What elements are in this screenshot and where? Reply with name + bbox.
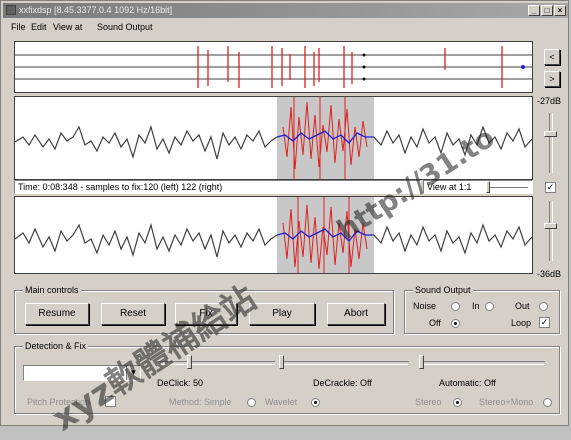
- decrackle-label: DeCrackle: Off: [313, 378, 372, 388]
- stereo-mono-label: Stereo+Mono: [479, 397, 534, 407]
- in-label: In: [472, 301, 480, 311]
- noise-label: Noise: [413, 301, 437, 311]
- noise-radio[interactable]: [451, 302, 460, 311]
- scale-top-label: -27dB: [537, 96, 562, 106]
- resume-button[interactable]: Resume: [25, 303, 89, 325]
- method-label: Method: Simple: [169, 397, 232, 407]
- top-level-slider-thumb[interactable]: [544, 131, 557, 137]
- abort-button[interactable]: Abort: [327, 303, 385, 325]
- status-text: Time: 0:08:348 - samples to fix:120 (lef…: [18, 182, 223, 192]
- off-label: Off: [429, 318, 441, 328]
- menu-edit[interactable]: Edit: [31, 22, 47, 32]
- zoom-slider-thumb[interactable]: [486, 181, 490, 193]
- waveform-right: [14, 197, 533, 273]
- loop-label: Loop: [511, 318, 532, 328]
- menu-sound-output[interactable]: Sound Output: [97, 22, 153, 32]
- wavelet-label: Wavelet: [265, 397, 298, 407]
- overview-graph: [15, 46, 532, 88]
- view-checkbox[interactable]: ✓: [545, 182, 556, 193]
- app-icon: [6, 5, 16, 15]
- main-controls-title: Main controls: [23, 285, 81, 295]
- top-level-slider-track[interactable]: [549, 113, 553, 173]
- bottom-level-slider-thumb[interactable]: [544, 223, 557, 229]
- in-radio[interactable]: [485, 302, 494, 311]
- automatic-slider-track[interactable]: [419, 361, 545, 365]
- method-simple-radio[interactable]: [247, 398, 256, 407]
- reset-button[interactable]: Reset: [101, 303, 165, 325]
- close-button[interactable]: ×: [554, 5, 566, 16]
- zoom-slider-track[interactable]: [486, 187, 528, 191]
- sound-output-title: Sound Output: [413, 285, 473, 295]
- off-radio[interactable]: [451, 319, 460, 328]
- overview-panel[interactable]: [14, 41, 533, 93]
- automatic-label: Automatic: Off: [439, 378, 496, 388]
- scroll-left-button[interactable]: <: [544, 49, 560, 65]
- bottom-level-slider-track[interactable]: [549, 201, 553, 261]
- decrackle-slider-track[interactable]: [279, 361, 409, 365]
- maximize-button[interactable]: □: [541, 5, 553, 16]
- minimize-button[interactable]: _: [528, 5, 540, 16]
- decrackle-slider-thumb[interactable]: [279, 355, 284, 369]
- menu-file[interactable]: File: [11, 22, 26, 32]
- window-title: xxfixdsp [8.45.3377.0.4 1092 Hz/16bit]: [19, 5, 173, 15]
- declick-label: DeClick: 50: [157, 378, 204, 388]
- detection-title: Detection & Fix: [23, 341, 89, 351]
- stereo-radio[interactable]: [453, 398, 462, 407]
- menu-bar: File Edit View at Sound Output: [3, 20, 568, 34]
- loop-checkbox[interactable]: ✓: [539, 317, 550, 328]
- stereo-label: Stereo: [415, 397, 442, 407]
- stereo-mono-radio[interactable]: [543, 398, 552, 407]
- sound-output-group: Sound Output Noise In Out Off Loop ✓: [404, 285, 560, 334]
- right-channel-waveform[interactable]: [14, 196, 533, 274]
- scroll-right-button[interactable]: >: [544, 71, 560, 87]
- menu-view-at[interactable]: View at: [53, 22, 82, 32]
- app-window: xxfixdsp [8.45.3377.0.4 1092 Hz/16bit] _…: [0, 0, 569, 439]
- wavelet-radio[interactable]: [311, 398, 320, 407]
- scale-bottom-label: -36dB: [537, 269, 562, 279]
- title-bar: xxfixdsp [8.45.3377.0.4 1092 Hz/16bit] _…: [3, 3, 568, 18]
- status-field: Time: 0:08:348 - samples to fix:120 (lef…: [14, 180, 421, 194]
- out-radio[interactable]: [539, 302, 548, 311]
- automatic-slider-thumb[interactable]: [419, 355, 424, 369]
- out-label: Out: [515, 301, 530, 311]
